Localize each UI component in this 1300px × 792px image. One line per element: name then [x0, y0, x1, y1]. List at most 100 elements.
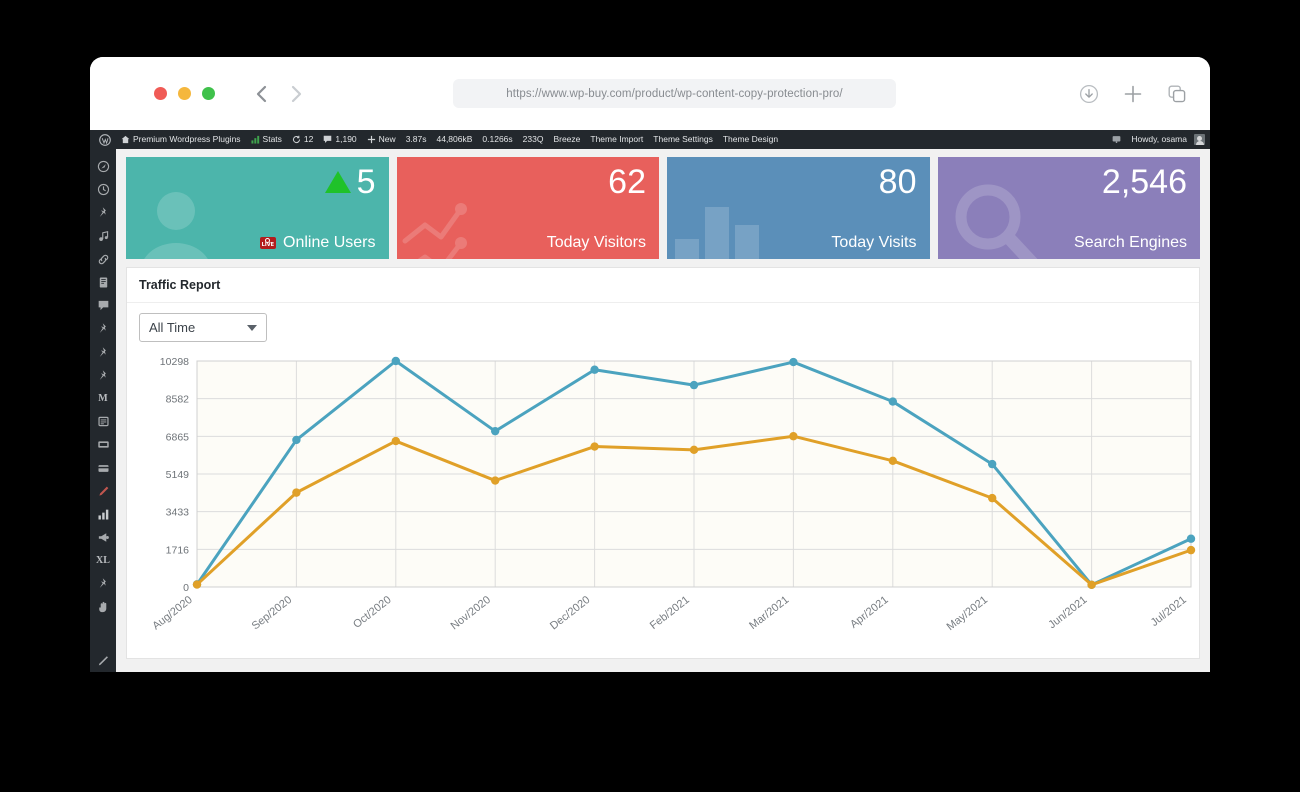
site-name-label: Premium Wordpress Plugins: [133, 135, 241, 144]
sidebar-item-clock-icon[interactable]: [90, 178, 116, 201]
sidebar-item-pencil-icon[interactable]: [90, 480, 116, 503]
panel-title: Traffic Report: [127, 268, 1199, 303]
admin-bar-new[interactable]: New: [362, 130, 401, 149]
chrome-toolbar-right: [1078, 83, 1188, 105]
sidebar-item-pin-icon[interactable]: [90, 201, 116, 224]
wp-admin-body: M XL: [90, 149, 1210, 672]
wp-admin-bar: Premium Wordpress Plugins Stats 12 1,190: [90, 130, 1210, 149]
sidebar-item-hand-icon[interactable]: [90, 596, 116, 619]
stat-value: 62: [608, 165, 646, 199]
time-range-select[interactable]: All Time: [139, 313, 267, 342]
sidebar-item-dashboard-icon[interactable]: [90, 155, 116, 178]
svg-text:10298: 10298: [160, 356, 189, 368]
svg-text:Jul/2021: Jul/2021: [1149, 594, 1189, 629]
admin-bar-site-name[interactable]: Premium Wordpress Plugins: [116, 130, 246, 149]
admin-bar-theme-settings[interactable]: Theme Settings: [648, 130, 718, 149]
sidebar-item-form-icon[interactable]: [90, 410, 116, 433]
admin-bar-metric-version: 3.87s: [401, 130, 432, 149]
minimize-window-button[interactable]: [178, 87, 191, 100]
admin-bar-metric-queries: 233Q: [518, 130, 549, 149]
svg-text:5149: 5149: [166, 469, 190, 481]
plus-icon[interactable]: [1122, 83, 1144, 105]
live-label: LIVE: [262, 243, 274, 249]
svg-text:8582: 8582: [166, 394, 190, 406]
admin-bar-theme-import[interactable]: Theme Import: [585, 130, 648, 149]
comment-bubble-icon: [323, 135, 332, 144]
admin-bar-notifications[interactable]: [1107, 130, 1126, 149]
stat-card-search-engines[interactable]: 2,546 Search Engines: [938, 157, 1201, 259]
admin-bar-breeze[interactable]: Breeze: [548, 130, 585, 149]
sidebar-item-pin-icon-4[interactable]: [90, 364, 116, 387]
svg-text:6865: 6865: [166, 431, 190, 443]
stat-value-row: 80: [879, 165, 917, 199]
stat-cards-row: 5 LIVE Online Users: [126, 157, 1200, 259]
stat-card-today-visits[interactable]: 80 Today Visits: [667, 157, 930, 259]
admin-bar-theme-design[interactable]: Theme Design: [718, 130, 783, 149]
stat-value: 80: [879, 165, 917, 199]
traffic-chart: 01716343351496865858210298Aug/2020Sep/20…: [139, 355, 1187, 647]
sidebar-item-slider-icon[interactable]: [90, 433, 116, 456]
stat-caption-row: Today Visits: [831, 235, 916, 251]
close-window-button[interactable]: [154, 87, 167, 100]
screen-icon: [1112, 135, 1121, 144]
sidebar-item-link-icon[interactable]: [90, 248, 116, 271]
maximize-window-button[interactable]: [202, 87, 215, 100]
user-silhouette-icon: [130, 181, 222, 259]
chevron-left-icon[interactable]: [251, 83, 273, 105]
stat-caption-row: Today Visitors: [547, 235, 646, 251]
svg-text:0: 0: [183, 582, 189, 594]
sidebar-item-pin-icon-5[interactable]: [90, 572, 116, 595]
sidebar-item-pin-icon-2[interactable]: [90, 317, 116, 340]
chevron-down-icon: [247, 325, 257, 331]
tabs-icon[interactable]: [1166, 83, 1188, 105]
time-range-value: All Time: [149, 320, 195, 335]
avatar: [1194, 134, 1205, 145]
admin-bar-howdy[interactable]: Howdy, osama: [1126, 130, 1210, 149]
svg-text:Nov/2020: Nov/2020: [449, 594, 493, 632]
updates-icon: [292, 135, 301, 144]
navigation-controls: [251, 83, 307, 105]
svg-text:Apr/2021: Apr/2021: [848, 594, 891, 631]
svg-text:May/2021: May/2021: [945, 594, 990, 633]
new-label: New: [379, 135, 396, 144]
stat-card-online-users[interactable]: 5 LIVE Online Users: [126, 157, 389, 259]
stat-label: Today Visitors: [547, 235, 646, 251]
admin-bar-metric-memory: 44,806kB: [431, 130, 477, 149]
sidebar-item-chart-bars-icon[interactable]: [90, 503, 116, 526]
sidebar-item-media-icon[interactable]: [90, 225, 116, 248]
svg-text:3433: 3433: [166, 507, 190, 519]
stat-card-today-visitors[interactable]: 62 Today Visitors: [397, 157, 660, 259]
sidebar-item-comments-icon[interactable]: [90, 294, 116, 317]
theme-import-label: Theme Import: [590, 135, 643, 144]
stat-value-row: 5: [325, 165, 376, 199]
admin-bar-updates[interactable]: 12: [287, 130, 318, 149]
updates-count: 12: [304, 135, 313, 144]
sidebar-item-pages-icon[interactable]: [90, 271, 116, 294]
stat-caption-row: LIVE Online Users: [260, 235, 376, 251]
metric-queries-label: 233Q: [523, 135, 544, 144]
admin-bar-comments[interactable]: 1,190: [318, 130, 361, 149]
stats-label: Stats: [263, 135, 282, 144]
address-bar[interactable]: https://www.wp-buy.com/product/wp-conten…: [453, 79, 896, 108]
traffic-chart-svg: 01716343351496865858210298Aug/2020Sep/20…: [139, 355, 1199, 647]
chevron-right-icon[interactable]: [285, 83, 307, 105]
comments-count: 1,190: [335, 135, 356, 144]
sidebar-item-megaphone-icon[interactable]: [90, 526, 116, 549]
admin-bar-stats[interactable]: Stats: [246, 130, 287, 149]
sidebar-item-m-letter-icon[interactable]: M: [90, 387, 116, 410]
magnifier-icon: [946, 177, 1046, 259]
sidebar-item-pin-icon-3[interactable]: [90, 341, 116, 364]
wp-admin-sidebar: M XL: [90, 149, 116, 672]
sidebar-item-collapse-icon[interactable]: [90, 649, 116, 672]
stat-label: Online Users: [283, 235, 375, 251]
browser-chrome-bar: https://www.wp-buy.com/product/wp-conten…: [90, 57, 1210, 130]
sidebar-item-card-icon[interactable]: [90, 456, 116, 479]
sidebar-item-xl-letter-icon[interactable]: XL: [90, 549, 116, 572]
svg-text:Feb/2021: Feb/2021: [648, 594, 692, 632]
download-icon[interactable]: [1078, 83, 1100, 105]
howdy-label: Howdy, osama: [1131, 135, 1187, 144]
breeze-label: Breeze: [553, 135, 580, 144]
plus-icon: [367, 135, 376, 144]
metric-time-label: 0.1266s: [482, 135, 512, 144]
wordpress-logo-icon[interactable]: [94, 130, 116, 149]
